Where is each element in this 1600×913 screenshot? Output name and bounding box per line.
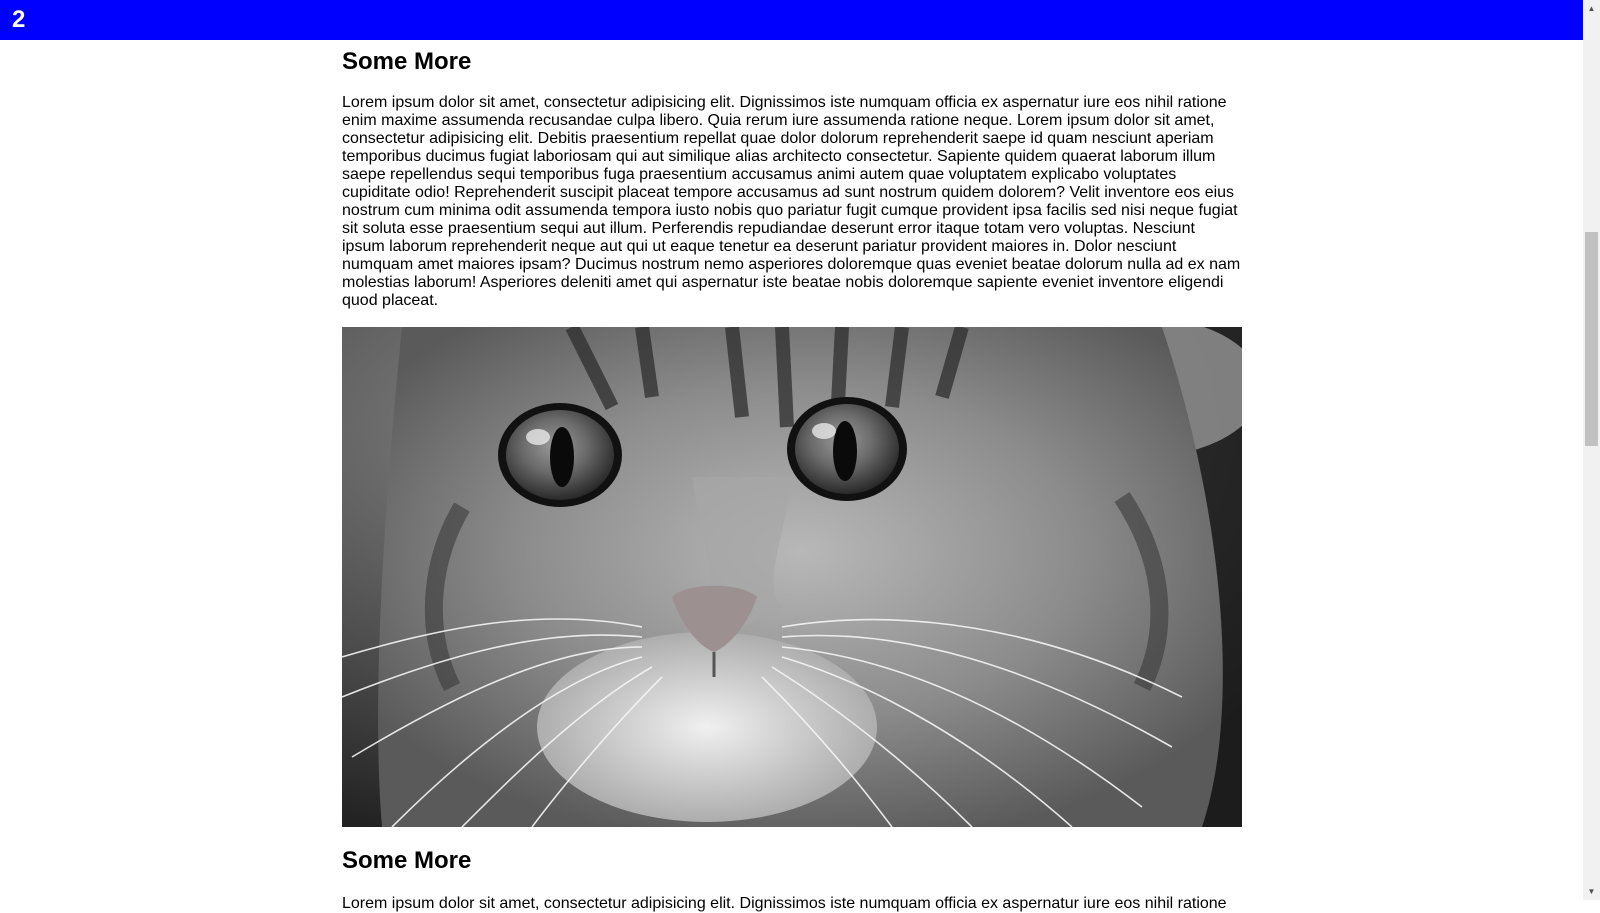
section-paragraph: Lorem ipsum dolor sit amet, consectetur … bbox=[342, 895, 1227, 912]
section-heading: Some More bbox=[342, 847, 472, 874]
cat-photo bbox=[342, 327, 1242, 827]
main-content: Some More Lorem ipsum dolor sit amet, co… bbox=[342, 40, 1242, 913]
content-section: Some More Lorem ipsum dolor sit amet, co… bbox=[342, 843, 1242, 913]
scroll-down-icon[interactable]: ▼ bbox=[1583, 883, 1600, 900]
top-header-bar: 2 bbox=[0, 0, 1583, 40]
section-heading: Some More bbox=[342, 48, 472, 75]
content-section: Some More Lorem ipsum dolor sit amet, co… bbox=[342, 44, 1242, 310]
vertical-scrollbar[interactable]: ▲ ▼ bbox=[1583, 0, 1600, 900]
scrollbar-thumb[interactable] bbox=[1585, 232, 1598, 446]
cat-photo-drawing bbox=[342, 327, 1242, 827]
section-paragraph: Lorem ipsum dolor sit amet, consectetur … bbox=[342, 94, 1241, 309]
scroll-up-icon[interactable]: ▲ bbox=[1583, 0, 1600, 17]
header-number: 2 bbox=[12, 6, 26, 33]
